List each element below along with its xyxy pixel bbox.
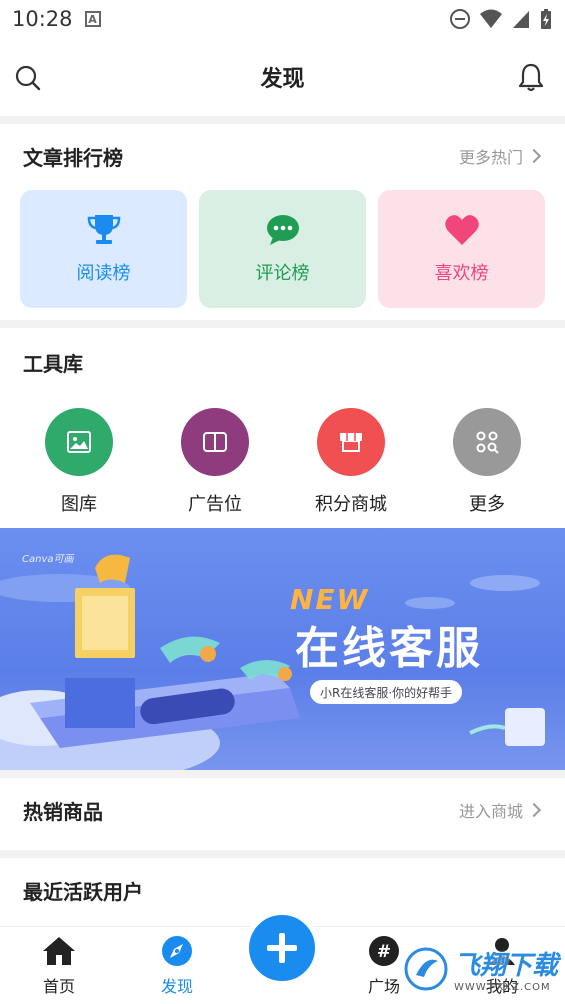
tab-home[interactable]: 首页 xyxy=(19,935,99,997)
tool-label: 广告位 xyxy=(188,494,242,515)
book-icon xyxy=(203,432,227,452)
wifi-icon xyxy=(480,9,502,28)
banner-subtitle: 小R在线客服·你的好帮手 xyxy=(310,680,463,704)
tab-label: 广场 xyxy=(367,977,400,996)
chevron-right-icon xyxy=(526,148,542,164)
section-title: 工具库 xyxy=(23,352,83,376)
rank-tile-label: 喜欢榜 xyxy=(434,263,489,284)
battery-icon xyxy=(541,9,551,29)
do-not-disturb-icon xyxy=(450,9,470,29)
rank-tile-comment[interactable]: 评论榜 xyxy=(199,190,366,308)
watermark-text: 飞翔下载 xyxy=(454,951,559,981)
heart-icon xyxy=(444,215,479,245)
image-icon xyxy=(67,431,91,453)
shop-icon xyxy=(340,433,362,452)
section-title: 文章排行榜 xyxy=(23,146,123,170)
more-hot-label: 更多热门 xyxy=(458,148,523,167)
add-post-button[interactable] xyxy=(244,910,320,986)
tool-gallery[interactable]: 图库 xyxy=(24,408,134,516)
tool-gallery-circle xyxy=(45,408,113,476)
banner-title: 在线客服 xyxy=(295,623,483,674)
enter-mall-label: 进入商城 xyxy=(458,802,523,821)
enter-mall-link[interactable]: 进入商城 xyxy=(458,798,542,822)
banner-brand: Canva可画 xyxy=(22,554,74,565)
ranking-section: 文章排行榜 更多热门 阅读榜 评论榜 喜欢榜 xyxy=(0,124,565,320)
tool-ad-circle xyxy=(181,408,249,476)
tool-more-circle xyxy=(453,408,521,476)
watermark-url: WWW.FXXZ.COM xyxy=(454,982,551,993)
search-icon[interactable] xyxy=(14,64,42,92)
more-hot-link[interactable]: 更多热门 xyxy=(458,144,542,168)
rank-tile-label: 阅读榜 xyxy=(76,263,131,284)
notification-badge-icon: A xyxy=(84,11,101,27)
tool-more[interactable]: 更多 xyxy=(432,408,542,516)
rank-tile-label: 评论榜 xyxy=(255,263,310,284)
hashtag-icon: # xyxy=(369,936,399,966)
section-title: 最近活跃用户 xyxy=(23,880,143,904)
compass-icon xyxy=(162,936,192,966)
tab-discover[interactable]: 发现 xyxy=(137,935,217,997)
trophy-icon xyxy=(87,215,120,244)
rank-tile-read[interactable]: 阅读榜 xyxy=(20,190,187,308)
hot-products-section[interactable]: 热销商品 进入商城 xyxy=(0,778,565,850)
status-icons xyxy=(449,8,553,30)
tool-label: 图库 xyxy=(61,494,97,515)
page-title: 发现 xyxy=(260,67,305,92)
chat-bubble-icon xyxy=(266,215,299,245)
tab-label: 首页 xyxy=(42,977,75,996)
top-nav: 发现 xyxy=(0,38,565,116)
tool-points-mall[interactable]: 积分商城 xyxy=(296,408,406,516)
rank-tile-like[interactable]: 喜欢榜 xyxy=(378,190,545,308)
section-title: 热销商品 xyxy=(23,800,103,824)
watermark-logo xyxy=(404,947,448,991)
tool-label: 积分商城 xyxy=(315,494,387,515)
watermark: 飞翔下载 WWW.FXXZ.COM xyxy=(404,938,560,1000)
status-time: 10:28 xyxy=(12,7,73,31)
chevron-right-icon xyxy=(526,802,542,818)
plus-icon xyxy=(267,933,297,963)
svg-text:#: # xyxy=(377,942,391,962)
grid-search-icon xyxy=(476,431,499,454)
tool-mall-circle xyxy=(317,408,385,476)
status-bar: 10:28 A xyxy=(0,0,565,38)
tool-ad-slot[interactable]: 广告位 xyxy=(160,408,270,516)
tab-label: 发现 xyxy=(160,977,193,996)
home-icon xyxy=(43,937,75,965)
signal-icon xyxy=(513,11,529,28)
tool-label: 更多 xyxy=(469,494,505,515)
bell-icon[interactable] xyxy=(517,62,545,92)
tools-section: 工具库 图库 广告位 积分商城 更多 xyxy=(0,328,565,528)
